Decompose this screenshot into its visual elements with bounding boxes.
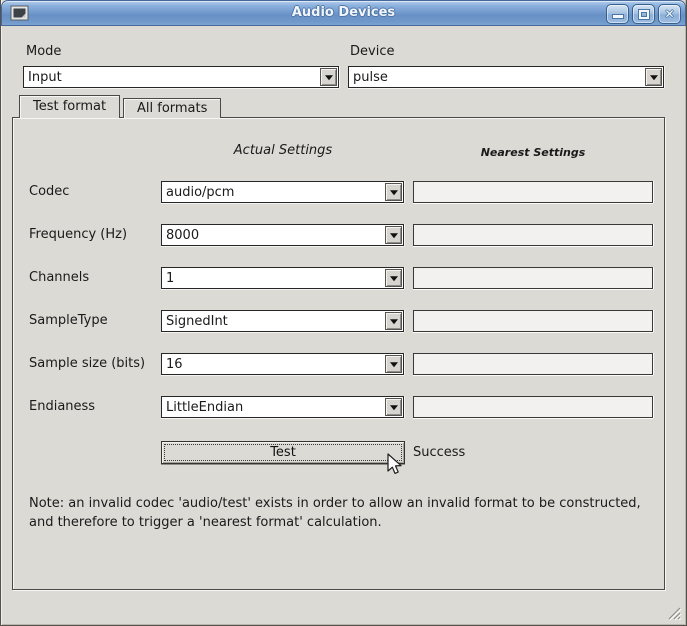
note-line-1: Note: an invalid codec 'audio/test' exis… xyxy=(29,494,669,513)
sample-size-dropdown-button[interactable] xyxy=(385,355,402,373)
nearest-settings-header: Nearest Settings xyxy=(413,146,653,159)
chevron-down-icon xyxy=(650,75,658,80)
chevron-down-icon xyxy=(390,190,398,195)
actual-settings-header: Actual Settings xyxy=(161,143,405,158)
status-text: Success xyxy=(413,445,465,460)
device-combobox-value: pulse xyxy=(353,69,388,86)
mode-dropdown-button[interactable] xyxy=(320,68,337,86)
note-line-2: and therefore to trigger a 'nearest form… xyxy=(29,513,669,532)
codec-label: Codec xyxy=(29,184,69,199)
codec-dropdown-button[interactable] xyxy=(385,183,402,201)
chevron-down-icon xyxy=(390,276,398,281)
close-icon: ✕ xyxy=(659,7,680,21)
titlebar[interactable]: Audio Devices ✕ xyxy=(1,0,686,26)
sampletype-combobox-value: SignedInt xyxy=(166,313,228,330)
frequency-nearest-field xyxy=(413,224,653,246)
endianess-dropdown-button[interactable] xyxy=(385,398,402,416)
chevron-down-icon xyxy=(390,362,398,367)
sample-size-label: Sample size (bits) xyxy=(29,356,145,371)
frequency-dropdown-button[interactable] xyxy=(385,226,402,244)
channels-combobox-value: 1 xyxy=(166,270,174,287)
mode-label: Mode xyxy=(26,44,61,59)
close-button[interactable]: ✕ xyxy=(658,4,681,24)
channels-label: Channels xyxy=(29,270,89,285)
mouse-cursor-icon xyxy=(384,452,404,480)
channels-combobox[interactable]: 1 xyxy=(161,267,404,289)
frequency-label: Frequency (Hz) xyxy=(29,227,127,242)
sampletype-combobox[interactable]: SignedInt xyxy=(161,310,404,332)
note-text: Note: an invalid codec 'audio/test' exis… xyxy=(29,494,669,532)
codec-combobox-value: audio/pcm xyxy=(166,184,234,201)
chevron-down-icon xyxy=(390,233,398,238)
maximize-button[interactable] xyxy=(632,4,655,24)
mode-combobox[interactable]: Input xyxy=(23,66,339,88)
audio-devices-window: Audio Devices ✕ Mode Input Device pulse … xyxy=(0,0,687,626)
sample-size-combobox[interactable]: 16 xyxy=(161,353,404,375)
endianess-combobox-value: LittleEndian xyxy=(166,399,243,416)
sampletype-label: SampleType xyxy=(29,313,108,328)
window-title: Audio Devices xyxy=(2,5,685,20)
device-label: Device xyxy=(350,44,394,59)
tab-all-formats[interactable]: All formats xyxy=(123,98,221,118)
chevron-down-icon xyxy=(390,319,398,324)
minimize-icon xyxy=(613,15,623,18)
device-combobox[interactable]: pulse xyxy=(348,66,664,88)
resize-grip[interactable] xyxy=(666,605,682,621)
endianess-label: Endianess xyxy=(29,399,95,414)
test-button[interactable]: Test xyxy=(161,441,405,464)
codec-nearest-field xyxy=(413,181,653,203)
mode-combobox-value: Input xyxy=(28,69,62,86)
sampletype-dropdown-button[interactable] xyxy=(385,312,402,330)
chevron-down-icon xyxy=(325,75,333,80)
sample-size-combobox-value: 16 xyxy=(166,356,183,373)
endianess-combobox[interactable]: LittleEndian xyxy=(161,396,404,418)
chevron-down-icon xyxy=(390,405,398,410)
frequency-combobox[interactable]: 8000 xyxy=(161,224,404,246)
endianess-nearest-field xyxy=(413,396,653,418)
sample-size-nearest-field xyxy=(413,353,653,375)
channels-nearest-field xyxy=(413,267,653,289)
device-dropdown-button[interactable] xyxy=(645,68,662,86)
minimize-button[interactable] xyxy=(606,4,629,24)
maximize-icon xyxy=(639,10,649,19)
frequency-combobox-value: 8000 xyxy=(166,227,199,244)
codec-combobox[interactable]: audio/pcm xyxy=(161,181,404,203)
channels-dropdown-button[interactable] xyxy=(385,269,402,287)
sampletype-nearest-field xyxy=(413,310,653,332)
tab-test-format[interactable]: Test format xyxy=(19,95,120,118)
